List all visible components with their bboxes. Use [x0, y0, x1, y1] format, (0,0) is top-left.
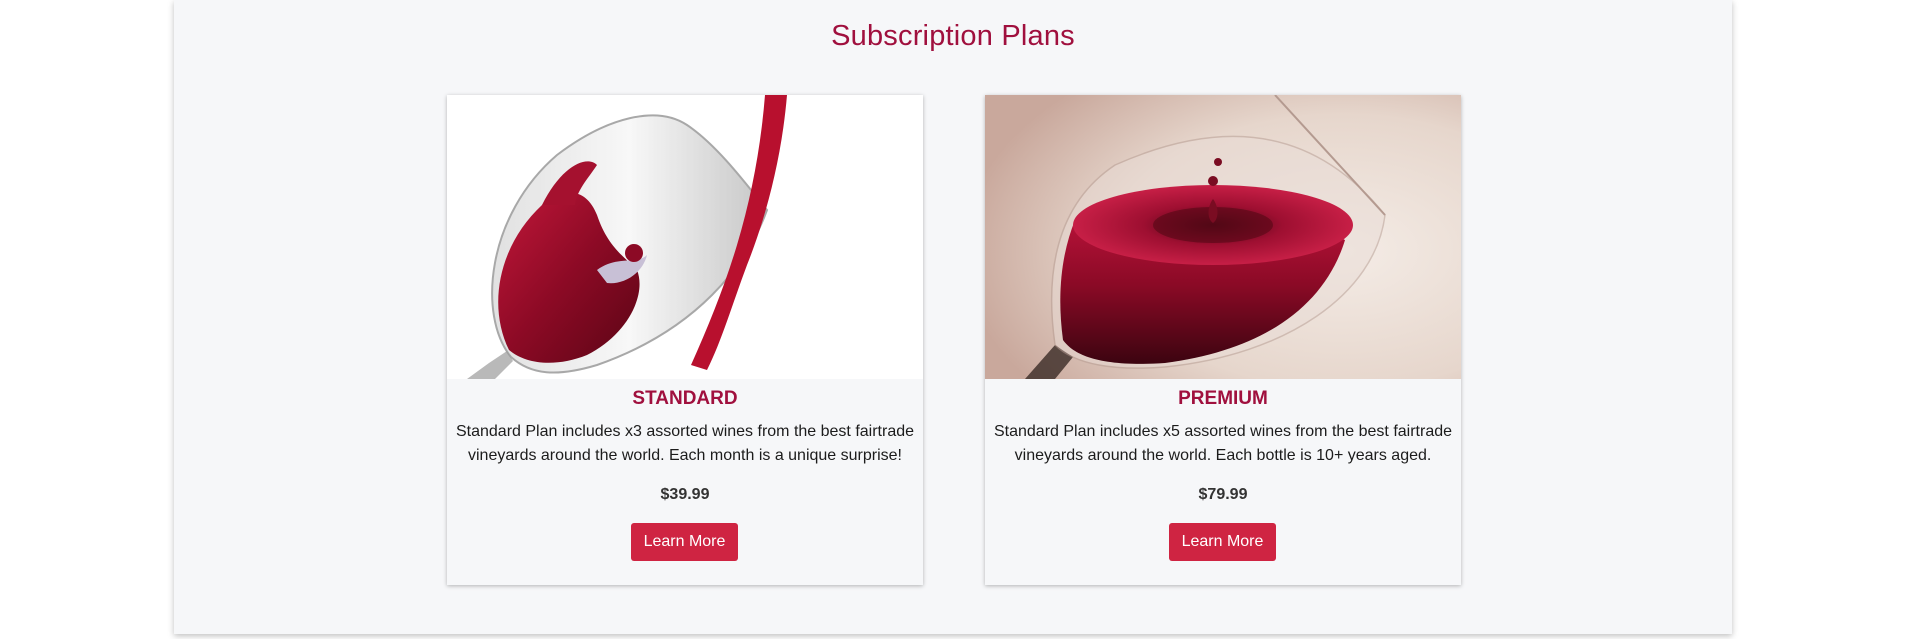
subscription-plans-section: Subscription Plans STANDARD Standard Pla…: [174, 0, 1732, 634]
learn-more-button[interactable]: Learn More: [631, 523, 738, 561]
plan-description: Standard Plan includes x3 assorted wines…: [455, 423, 915, 464]
plan-title: STANDARD: [632, 388, 738, 409]
plan-title: PREMIUM: [1178, 388, 1268, 409]
learn-more-button[interactable]: Learn More: [1169, 523, 1276, 561]
plan-price: $39.99: [660, 486, 710, 503]
plan-card-standard: STANDARD Standard Plan includes x3 assor…: [447, 95, 923, 585]
plan-image-premium: [985, 95, 1461, 379]
plan-image-standard: [447, 95, 923, 379]
plan-description: Standard Plan includes x5 assorted wines…: [993, 423, 1453, 464]
section-title: Subscription Plans: [831, 20, 1075, 52]
wine-pour-icon: [447, 95, 923, 379]
wine-glass-drop-icon: [985, 95, 1461, 379]
plan-card-premium: PREMIUM Standard Plan includes x5 assort…: [985, 95, 1461, 585]
plan-price: $79.99: [1198, 486, 1248, 503]
